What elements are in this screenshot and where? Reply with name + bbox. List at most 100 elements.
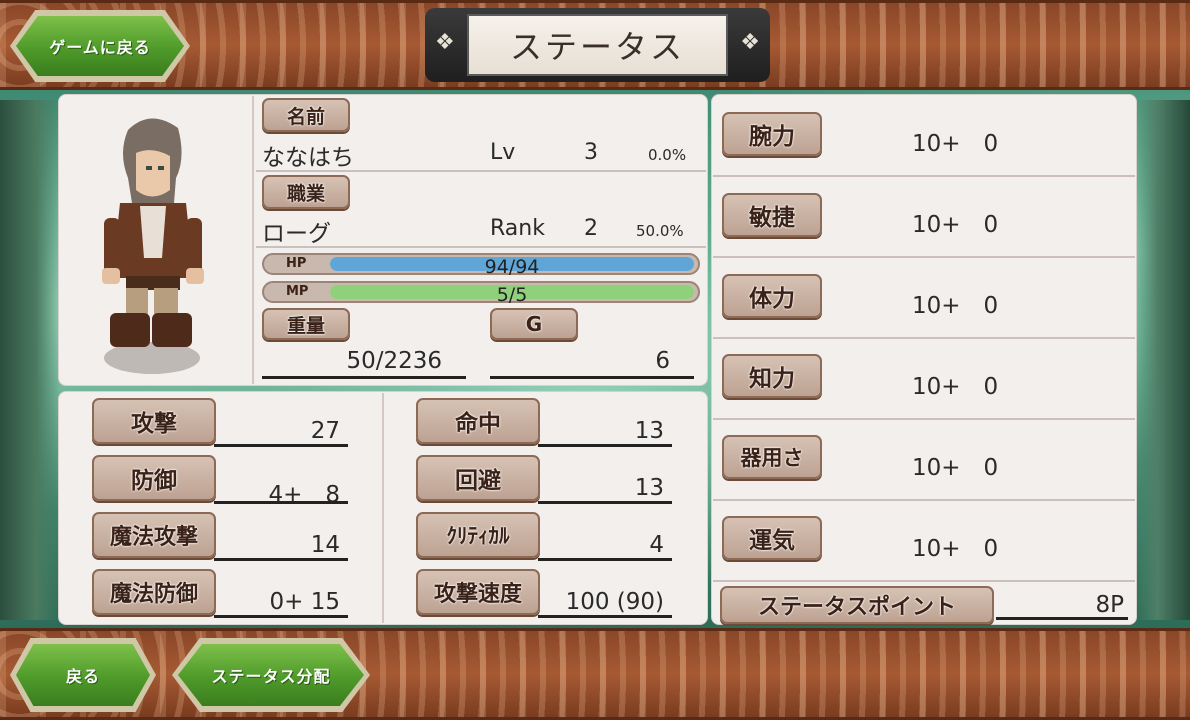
hp-value: 94/94	[484, 256, 540, 278]
lv-percent: 0.0%	[648, 146, 687, 164]
hit-label-pill: 命中	[416, 398, 540, 444]
mdefense-label: 魔法防御	[109, 582, 198, 607]
rank-label: Rank	[490, 216, 545, 241]
ornament-right-icon: ❖	[740, 30, 760, 55]
stat-value: 10+ 0	[912, 293, 999, 319]
stat-label-pill: 知力	[722, 354, 822, 398]
defense-label-pill: 防御	[92, 455, 216, 501]
defense-label: 防御	[131, 468, 177, 494]
character-sprite	[102, 118, 204, 374]
speed-label-pill: 攻撃速度	[416, 569, 540, 615]
weight-label: 重量	[286, 314, 325, 337]
evade-underline	[538, 501, 672, 504]
stat-label-pill: 運気	[722, 516, 822, 560]
evade-label: 回避	[455, 468, 501, 494]
mattack-value: 14	[310, 532, 340, 558]
back-button[interactable]: 戻る	[10, 638, 156, 712]
divider-line	[713, 256, 1135, 258]
rank-value: 2	[584, 216, 598, 241]
gold-label-pill: G	[490, 308, 578, 340]
crit-value: 4	[649, 532, 664, 558]
divider-line	[256, 246, 706, 248]
crit-label: ｸﾘﾃｨｶﾙ	[446, 524, 510, 548]
stat-label-pill: 敏捷	[722, 193, 822, 237]
stat-value: 10+ 0	[912, 455, 999, 481]
crit-label-pill: ｸﾘﾃｨｶﾙ	[416, 512, 540, 558]
mattack-underline	[214, 558, 348, 561]
page-title: ステータス	[509, 28, 685, 66]
job-label: 職業	[286, 182, 325, 205]
attack-value: 27	[310, 418, 340, 444]
back-label: 戻る	[65, 667, 100, 686]
evade-value: 13	[634, 475, 664, 501]
lv-value: 3	[584, 140, 598, 165]
status-point-underline	[996, 617, 1128, 620]
divider-line	[713, 499, 1135, 501]
stat-label: 腕力	[749, 124, 795, 150]
attack-label-pill: 攻撃	[92, 398, 216, 444]
stat-label: 知力	[749, 366, 795, 392]
stat-label: 器用さ	[740, 446, 804, 470]
job-name: ローグ	[262, 221, 331, 247]
mdefense-label-pill: 魔法防御	[92, 569, 216, 615]
defense-underline	[214, 501, 348, 504]
attack-label: 攻撃	[131, 411, 177, 437]
gold-value: 6	[655, 348, 670, 374]
gold-label: G	[525, 312, 543, 336]
rank-percent: 50.0%	[636, 222, 684, 240]
ornament-left-icon: ❖	[435, 30, 455, 55]
mattack-label-pill: 魔法攻撃	[92, 512, 216, 558]
back-to-game-label: ゲームに戻る	[49, 38, 151, 57]
weight-label-pill: 重量	[262, 308, 350, 340]
name-label-pill: 名前	[262, 98, 350, 132]
hp-bar: HP 94/94	[262, 253, 700, 278]
stat-value: 10+ 0	[912, 536, 999, 562]
divider-line	[713, 418, 1135, 420]
divider-line	[256, 170, 706, 172]
character-name: ななはち	[262, 145, 354, 171]
mdefense-underline	[214, 615, 348, 618]
weight-underline	[262, 376, 466, 379]
evade-label-pill: 回避	[416, 455, 540, 501]
mp-bar: MP 5/5	[262, 281, 700, 306]
speed-label: 攻撃速度	[433, 582, 522, 607]
gold-underline	[490, 376, 694, 379]
hit-label: 命中	[455, 411, 501, 437]
title-plate: ❖ ステータス ❖	[425, 8, 770, 82]
panel-divider	[252, 96, 254, 384]
status-point-value: 8P	[1095, 592, 1124, 618]
stat-label-pill: 腕力	[722, 112, 822, 156]
stat-value: 10+ 0	[912, 374, 999, 400]
job-label-pill: 職業	[262, 175, 350, 209]
hit-underline	[538, 444, 672, 447]
speed-value: 100 (90)	[565, 589, 664, 615]
status-point-label-pill: ステータスポイント	[720, 586, 994, 624]
stat-label-pill: 体力	[722, 274, 822, 318]
stat-label: 敏捷	[749, 205, 795, 231]
stat-label: 体力	[749, 286, 795, 312]
weight-value: 50/2236	[346, 348, 442, 374]
stat-label-pill: 器用さ	[722, 435, 822, 479]
stat-value: 10+ 0	[912, 131, 999, 157]
stat-value: 10+ 0	[912, 212, 999, 238]
divider-line	[713, 175, 1135, 177]
tree-trunk-left	[0, 100, 60, 620]
divider-line	[713, 337, 1135, 339]
stat-label: 運気	[749, 528, 795, 554]
mp-label: MP	[286, 284, 309, 299]
mattack-label: 魔法攻撃	[109, 525, 198, 550]
lv-label: Lv	[490, 140, 516, 165]
allocate-status-label: ステータス分配	[211, 667, 331, 686]
tree-trunk-right	[1136, 100, 1190, 620]
crit-underline	[538, 558, 672, 561]
hp-label: HP	[286, 256, 307, 271]
name-label: 名前	[286, 105, 325, 128]
allocate-status-button[interactable]: ステータス分配	[172, 638, 370, 712]
attack-underline	[214, 444, 348, 447]
mdefense-value: 0+ 15	[269, 589, 340, 615]
status-point-label: ステータスポイント	[757, 595, 956, 620]
mp-value: 5/5	[496, 284, 528, 306]
divider-line	[713, 580, 1135, 582]
back-to-game-button[interactable]: ゲームに戻る	[10, 10, 190, 82]
speed-underline	[538, 615, 672, 618]
